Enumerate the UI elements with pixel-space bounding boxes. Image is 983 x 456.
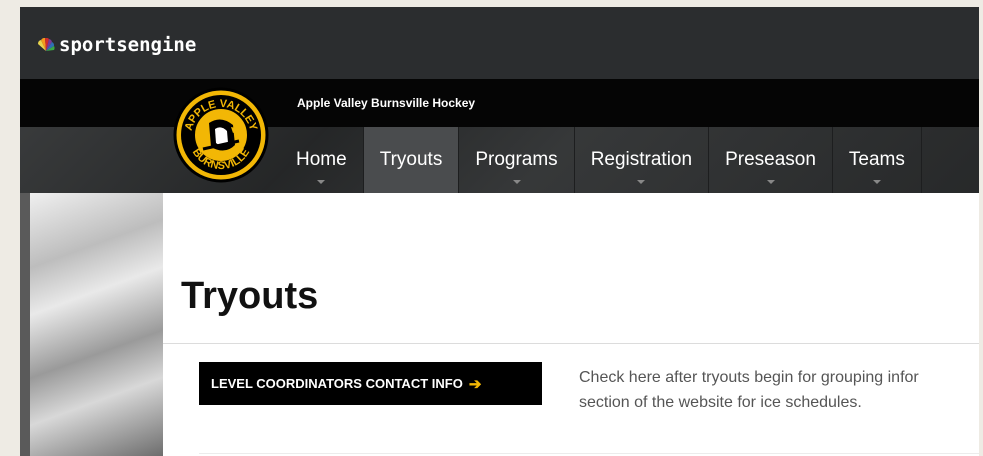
description-line-1: Check here after tryouts begin for group…: [579, 369, 919, 386]
main-nav-bar: Home Tryouts Programs Registration Prese…: [20, 127, 979, 193]
chevron-down-icon: [512, 180, 521, 184]
club-name[interactable]: Apple Valley Burnsville Hockey: [297, 96, 475, 110]
description-line-2: section of the website for ice schedules…: [579, 394, 862, 411]
title-divider: [163, 343, 979, 344]
decorative-hockey-image: [20, 193, 163, 456]
main-nav: Home Tryouts Programs Registration Prese…: [280, 127, 922, 193]
nav-item-label: Teams: [848, 149, 905, 170]
nav-item-label: Home: [296, 149, 347, 170]
sportsengine-logo[interactable]: sportsengine: [36, 34, 196, 56]
decorative-strip: [20, 193, 30, 456]
chevron-down-icon: [637, 180, 646, 184]
nav-item-registration[interactable]: Registration: [575, 127, 710, 193]
nav-item-programs[interactable]: Programs: [459, 127, 575, 193]
nav-item-home[interactable]: Home: [280, 127, 364, 193]
nav-item-preseason[interactable]: Preseason: [709, 127, 833, 193]
chevron-down-icon: [872, 180, 881, 184]
nav-item-label: Preseason: [725, 149, 816, 170]
level-coordinators-contact-button[interactable]: LEVEL COORDINATORS CONTACT INFO ➔: [199, 362, 542, 405]
nav-item-label: Registration: [590, 149, 693, 170]
chevron-down-icon: [766, 180, 775, 184]
page-title: Tryouts: [181, 275, 319, 317]
cta-label: LEVEL COORDINATORS CONTACT INFO: [211, 376, 463, 391]
section-divider: [199, 453, 979, 454]
chevron-down-icon: [317, 180, 326, 184]
nav-item-teams[interactable]: Teams: [833, 127, 922, 193]
platform-header: sportsengine: [20, 7, 979, 79]
nav-item-tryouts[interactable]: Tryouts: [363, 127, 460, 193]
nav-item-label: Programs: [475, 149, 558, 170]
arrow-right-icon: ➔: [468, 375, 482, 393]
sportsengine-wordmark: sportsengine: [59, 34, 197, 56]
browser-viewport: sportsengine Apple Valley Burnsville Hoc…: [20, 7, 979, 456]
nav-item-label: Tryouts: [379, 149, 443, 170]
tryouts-description: Check here after tryouts begin for group…: [579, 365, 979, 415]
club-logo[interactable]: APPLE VALLEY BURNSVILLE: [173, 87, 269, 183]
nbc-peacock-icon: [37, 38, 55, 51]
club-header: Apple Valley Burnsville Hockey: [20, 79, 979, 127]
